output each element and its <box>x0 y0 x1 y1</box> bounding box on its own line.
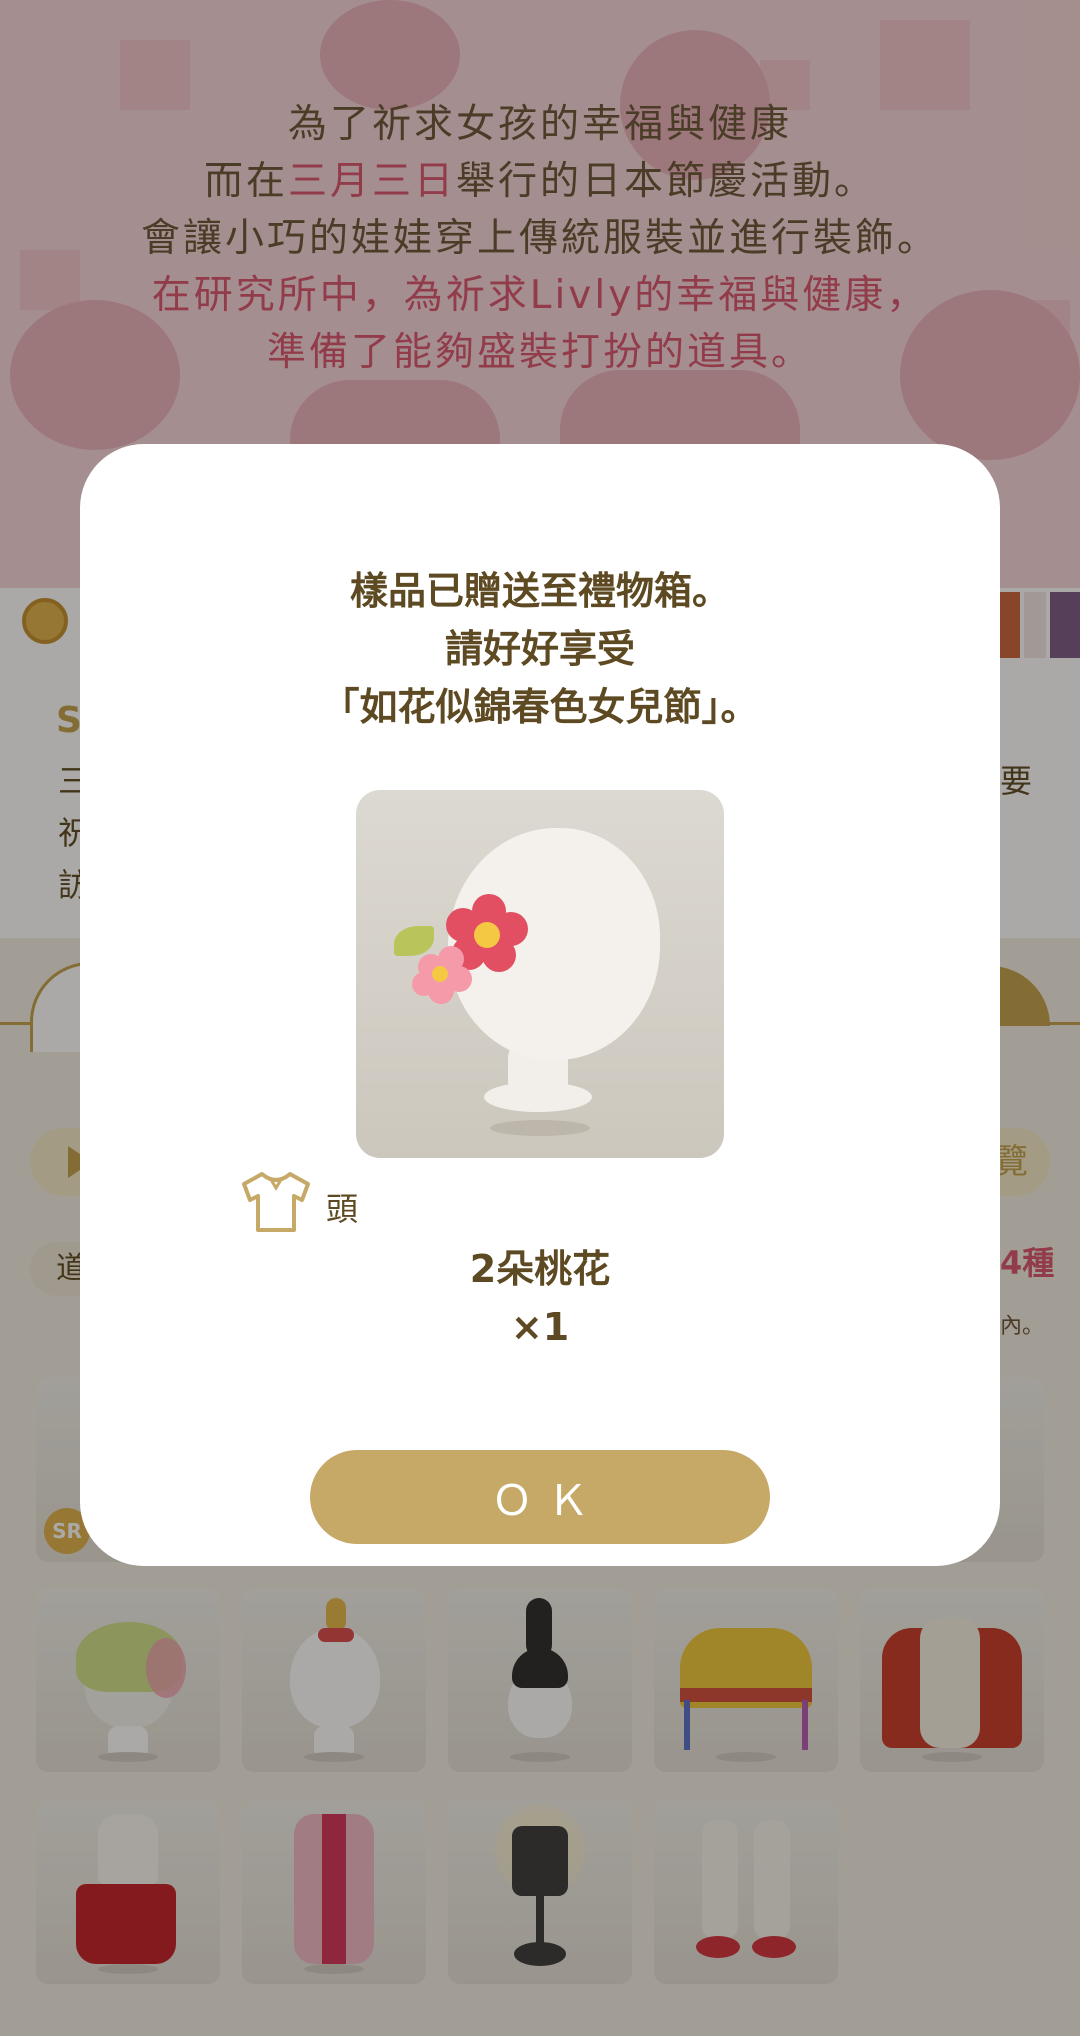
item-quantity: ×1 <box>510 1305 570 1349</box>
hair-ornament-icon <box>356 790 724 1158</box>
shirt-icon <box>242 1172 310 1232</box>
gift-message-line: 「如花似錦春色女兒節」。 <box>321 685 759 729</box>
category-label: 頭 <box>326 1190 359 1228</box>
gift-message-line: 樣品已贈送至禮物箱。 <box>349 569 730 613</box>
gift-message-line: 請好好享受 <box>444 627 635 671</box>
item-name: 2朵桃花 <box>469 1247 611 1291</box>
gift-modal: 樣品已贈送至禮物箱。 請好好享受 「如花似錦春色女兒節」。 頭 2朵桃花 ×1 … <box>80 444 1000 1566</box>
ok-button[interactable]: ＯＫ <box>310 1450 770 1544</box>
gift-message: 樣品已贈送至禮物箱。 請好好享受 「如花似錦春色女兒節」。 <box>80 562 1000 736</box>
